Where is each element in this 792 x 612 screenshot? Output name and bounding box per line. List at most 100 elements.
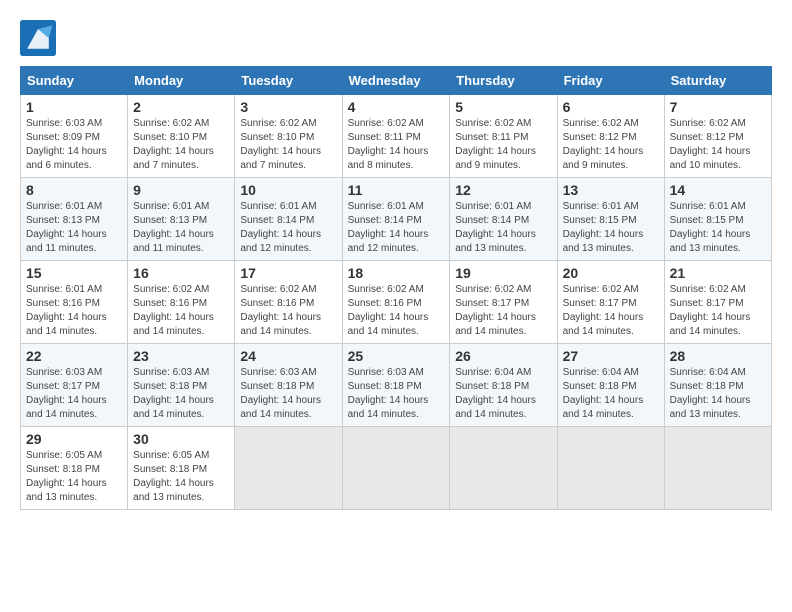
day-number: 10 [240,182,336,198]
header [20,20,772,56]
day-number: 6 [563,99,659,115]
day-info: Sunrise: 6:01 AM Sunset: 8:13 PM Dayligh… [133,200,229,256]
weekday-header-friday: Friday [557,67,664,95]
day-info: Sunrise: 6:01 AM Sunset: 8:14 PM Dayligh… [455,200,551,256]
day-info: Sunrise: 6:01 AM Sunset: 8:14 PM Dayligh… [348,200,445,256]
week-row-1: 1 Sunrise: 6:03 AM Sunset: 8:09 PM Dayli… [21,95,772,178]
day-cell: 6 Sunrise: 6:02 AM Sunset: 8:12 PM Dayli… [557,95,664,178]
day-info: Sunrise: 6:02 AM Sunset: 8:17 PM Dayligh… [670,283,766,339]
day-info: Sunrise: 6:02 AM Sunset: 8:10 PM Dayligh… [133,117,229,173]
week-row-3: 15 Sunrise: 6:01 AM Sunset: 8:16 PM Dayl… [21,261,772,344]
day-cell: 11 Sunrise: 6:01 AM Sunset: 8:14 PM Dayl… [342,178,450,261]
day-cell: 28 Sunrise: 6:04 AM Sunset: 8:18 PM Dayl… [664,344,771,427]
day-number: 8 [26,182,122,198]
day-cell: 23 Sunrise: 6:03 AM Sunset: 8:18 PM Dayl… [128,344,235,427]
day-cell [664,427,771,510]
day-number: 12 [455,182,551,198]
day-number: 27 [563,348,659,364]
day-cell [557,427,664,510]
day-number: 16 [133,265,229,281]
day-number: 14 [670,182,766,198]
day-info: Sunrise: 6:04 AM Sunset: 8:18 PM Dayligh… [563,366,659,422]
day-info: Sunrise: 6:01 AM Sunset: 8:15 PM Dayligh… [670,200,766,256]
day-number: 4 [348,99,445,115]
day-info: Sunrise: 6:02 AM Sunset: 8:12 PM Dayligh… [563,117,659,173]
day-cell: 20 Sunrise: 6:02 AM Sunset: 8:17 PM Dayl… [557,261,664,344]
day-cell: 16 Sunrise: 6:02 AM Sunset: 8:16 PM Dayl… [128,261,235,344]
day-cell: 3 Sunrise: 6:02 AM Sunset: 8:10 PM Dayli… [235,95,342,178]
day-cell: 13 Sunrise: 6:01 AM Sunset: 8:15 PM Dayl… [557,178,664,261]
day-info: Sunrise: 6:02 AM Sunset: 8:12 PM Dayligh… [670,117,766,173]
calendar-table: SundayMondayTuesdayWednesdayThursdayFrid… [20,66,772,510]
weekday-header-row: SundayMondayTuesdayWednesdayThursdayFrid… [21,67,772,95]
day-cell: 21 Sunrise: 6:02 AM Sunset: 8:17 PM Dayl… [664,261,771,344]
day-number: 11 [348,182,445,198]
day-info: Sunrise: 6:03 AM Sunset: 8:17 PM Dayligh… [26,366,122,422]
day-number: 18 [348,265,445,281]
day-info: Sunrise: 6:01 AM Sunset: 8:14 PM Dayligh… [240,200,336,256]
day-info: Sunrise: 6:02 AM Sunset: 8:17 PM Dayligh… [563,283,659,339]
day-number: 20 [563,265,659,281]
day-cell: 15 Sunrise: 6:01 AM Sunset: 8:16 PM Dayl… [21,261,128,344]
day-number: 5 [455,99,551,115]
day-info: Sunrise: 6:03 AM Sunset: 8:18 PM Dayligh… [348,366,445,422]
day-info: Sunrise: 6:02 AM Sunset: 8:16 PM Dayligh… [348,283,445,339]
day-info: Sunrise: 6:02 AM Sunset: 8:16 PM Dayligh… [240,283,336,339]
day-cell: 12 Sunrise: 6:01 AM Sunset: 8:14 PM Dayl… [450,178,557,261]
logo-icon [20,20,56,56]
day-info: Sunrise: 6:05 AM Sunset: 8:18 PM Dayligh… [26,449,122,505]
day-info: Sunrise: 6:01 AM Sunset: 8:15 PM Dayligh… [563,200,659,256]
day-info: Sunrise: 6:02 AM Sunset: 8:10 PM Dayligh… [240,117,336,173]
day-cell: 29 Sunrise: 6:05 AM Sunset: 8:18 PM Dayl… [21,427,128,510]
day-number: 1 [26,99,122,115]
day-number: 9 [133,182,229,198]
day-number: 26 [455,348,551,364]
day-number: 28 [670,348,766,364]
day-cell: 1 Sunrise: 6:03 AM Sunset: 8:09 PM Dayli… [21,95,128,178]
day-cell: 14 Sunrise: 6:01 AM Sunset: 8:15 PM Dayl… [664,178,771,261]
day-cell: 25 Sunrise: 6:03 AM Sunset: 8:18 PM Dayl… [342,344,450,427]
day-number: 25 [348,348,445,364]
day-cell: 4 Sunrise: 6:02 AM Sunset: 8:11 PM Dayli… [342,95,450,178]
logo [20,20,60,56]
day-number: 23 [133,348,229,364]
day-cell [342,427,450,510]
day-number: 29 [26,431,122,447]
weekday-header-wednesday: Wednesday [342,67,450,95]
day-number: 22 [26,348,122,364]
day-cell: 8 Sunrise: 6:01 AM Sunset: 8:13 PM Dayli… [21,178,128,261]
day-cell: 19 Sunrise: 6:02 AM Sunset: 8:17 PM Dayl… [450,261,557,344]
day-cell: 7 Sunrise: 6:02 AM Sunset: 8:12 PM Dayli… [664,95,771,178]
weekday-header-monday: Monday [128,67,235,95]
day-number: 2 [133,99,229,115]
weekday-header-tuesday: Tuesday [235,67,342,95]
day-number: 15 [26,265,122,281]
day-number: 19 [455,265,551,281]
day-cell: 17 Sunrise: 6:02 AM Sunset: 8:16 PM Dayl… [235,261,342,344]
day-cell: 26 Sunrise: 6:04 AM Sunset: 8:18 PM Dayl… [450,344,557,427]
day-number: 17 [240,265,336,281]
week-row-2: 8 Sunrise: 6:01 AM Sunset: 8:13 PM Dayli… [21,178,772,261]
day-info: Sunrise: 6:05 AM Sunset: 8:18 PM Dayligh… [133,449,229,505]
day-cell: 30 Sunrise: 6:05 AM Sunset: 8:18 PM Dayl… [128,427,235,510]
day-info: Sunrise: 6:03 AM Sunset: 8:18 PM Dayligh… [240,366,336,422]
day-info: Sunrise: 6:02 AM Sunset: 8:11 PM Dayligh… [455,117,551,173]
day-number: 3 [240,99,336,115]
day-info: Sunrise: 6:04 AM Sunset: 8:18 PM Dayligh… [455,366,551,422]
day-cell: 22 Sunrise: 6:03 AM Sunset: 8:17 PM Dayl… [21,344,128,427]
day-number: 21 [670,265,766,281]
day-cell [450,427,557,510]
weekday-header-thursday: Thursday [450,67,557,95]
day-info: Sunrise: 6:02 AM Sunset: 8:17 PM Dayligh… [455,283,551,339]
week-row-5: 29 Sunrise: 6:05 AM Sunset: 8:18 PM Dayl… [21,427,772,510]
day-info: Sunrise: 6:03 AM Sunset: 8:18 PM Dayligh… [133,366,229,422]
day-cell: 9 Sunrise: 6:01 AM Sunset: 8:13 PM Dayli… [128,178,235,261]
day-number: 7 [670,99,766,115]
weekday-header-sunday: Sunday [21,67,128,95]
day-info: Sunrise: 6:02 AM Sunset: 8:16 PM Dayligh… [133,283,229,339]
day-cell: 24 Sunrise: 6:03 AM Sunset: 8:18 PM Dayl… [235,344,342,427]
day-info: Sunrise: 6:01 AM Sunset: 8:13 PM Dayligh… [26,200,122,256]
day-info: Sunrise: 6:02 AM Sunset: 8:11 PM Dayligh… [348,117,445,173]
day-cell [235,427,342,510]
day-cell: 10 Sunrise: 6:01 AM Sunset: 8:14 PM Dayl… [235,178,342,261]
